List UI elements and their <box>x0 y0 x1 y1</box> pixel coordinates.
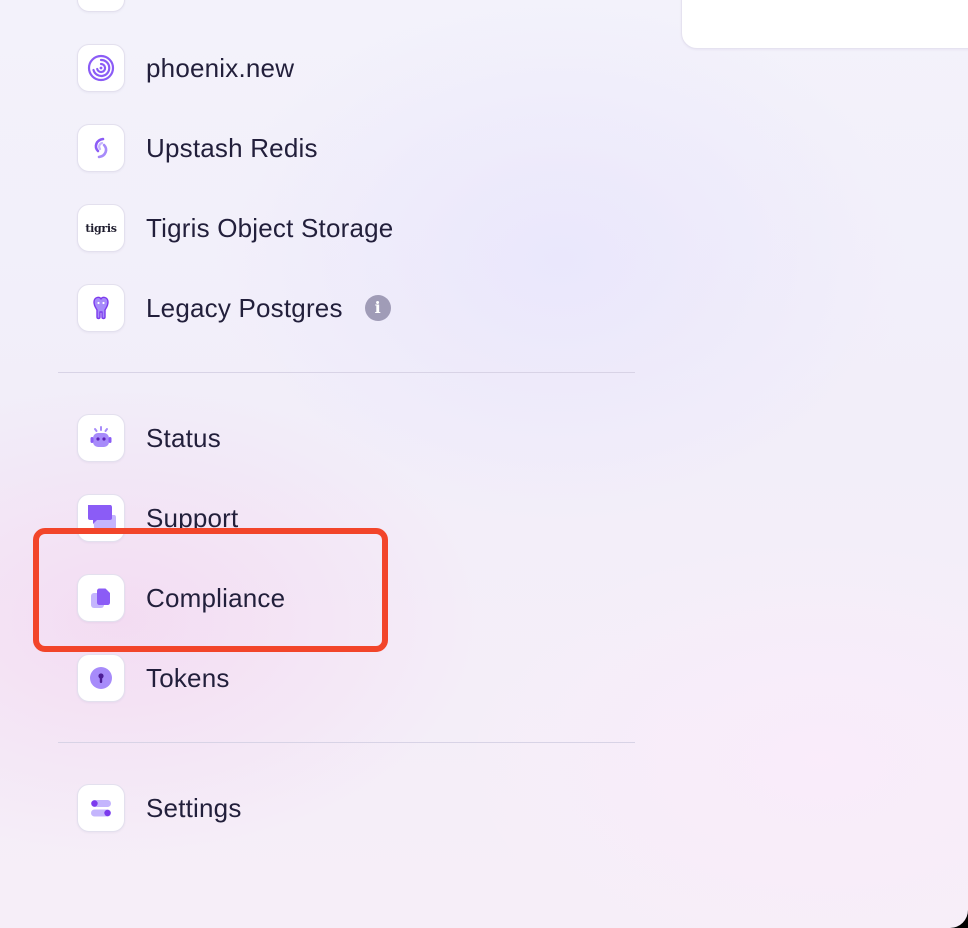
nav-label-upstash: Upstash Redis <box>146 132 318 163</box>
nav-label-legacy-postgres: Legacy Postgres <box>146 292 343 323</box>
nav-item-phoenix[interactable]: phoenix.new <box>77 42 294 94</box>
divider-2 <box>58 742 635 743</box>
nav-item-tokens[interactable]: Tokens <box>77 652 230 704</box>
keyhole-icon <box>77 654 125 702</box>
info-icon[interactable]: i <box>364 295 391 321</box>
divider-1 <box>58 372 635 373</box>
nav-item-settings[interactable]: Settings <box>77 782 242 834</box>
nav-item-support[interactable]: Support <box>77 492 238 544</box>
nav-item-partial[interactable] <box>77 0 125 14</box>
nav-label-phoenix: phoenix.new <box>146 52 295 83</box>
toggle-switches-icon <box>77 784 125 832</box>
nav-item-legacy-postgres[interactable]: Legacy Postgres i <box>77 282 391 334</box>
nav-label-status: Status <box>146 422 221 453</box>
top-card <box>681 0 968 49</box>
documents-icon <box>77 574 125 622</box>
nav-label-tigris: Tigris Object Storage <box>146 212 394 243</box>
chat-bubble-icon <box>77 494 125 542</box>
nav-label-settings: Settings <box>146 792 242 823</box>
phoenix-swirl-icon <box>77 44 125 92</box>
postgres-elephant-icon <box>77 284 125 332</box>
nav-label-compliance: Compliance <box>146 582 286 613</box>
robot-icon <box>77 414 125 462</box>
nav-item-tigris[interactable]: tigris Tigris Object Storage <box>77 202 393 254</box>
upstash-icon <box>77 124 125 172</box>
nav-item-compliance[interactable]: Compliance <box>77 572 285 624</box>
tigris-logo-text: tigris <box>85 221 117 235</box>
nav-label-support: Support <box>146 502 239 533</box>
nav-item-status[interactable]: Status <box>77 412 221 464</box>
app-window: phoenix.new Upstash Redis tigris Tigris … <box>0 0 968 928</box>
partial-icon-box <box>77 0 125 12</box>
nav-item-upstash[interactable]: Upstash Redis <box>77 122 318 174</box>
nav-label-tokens: Tokens <box>146 662 230 693</box>
tigris-logo-icon: tigris <box>77 204 125 252</box>
